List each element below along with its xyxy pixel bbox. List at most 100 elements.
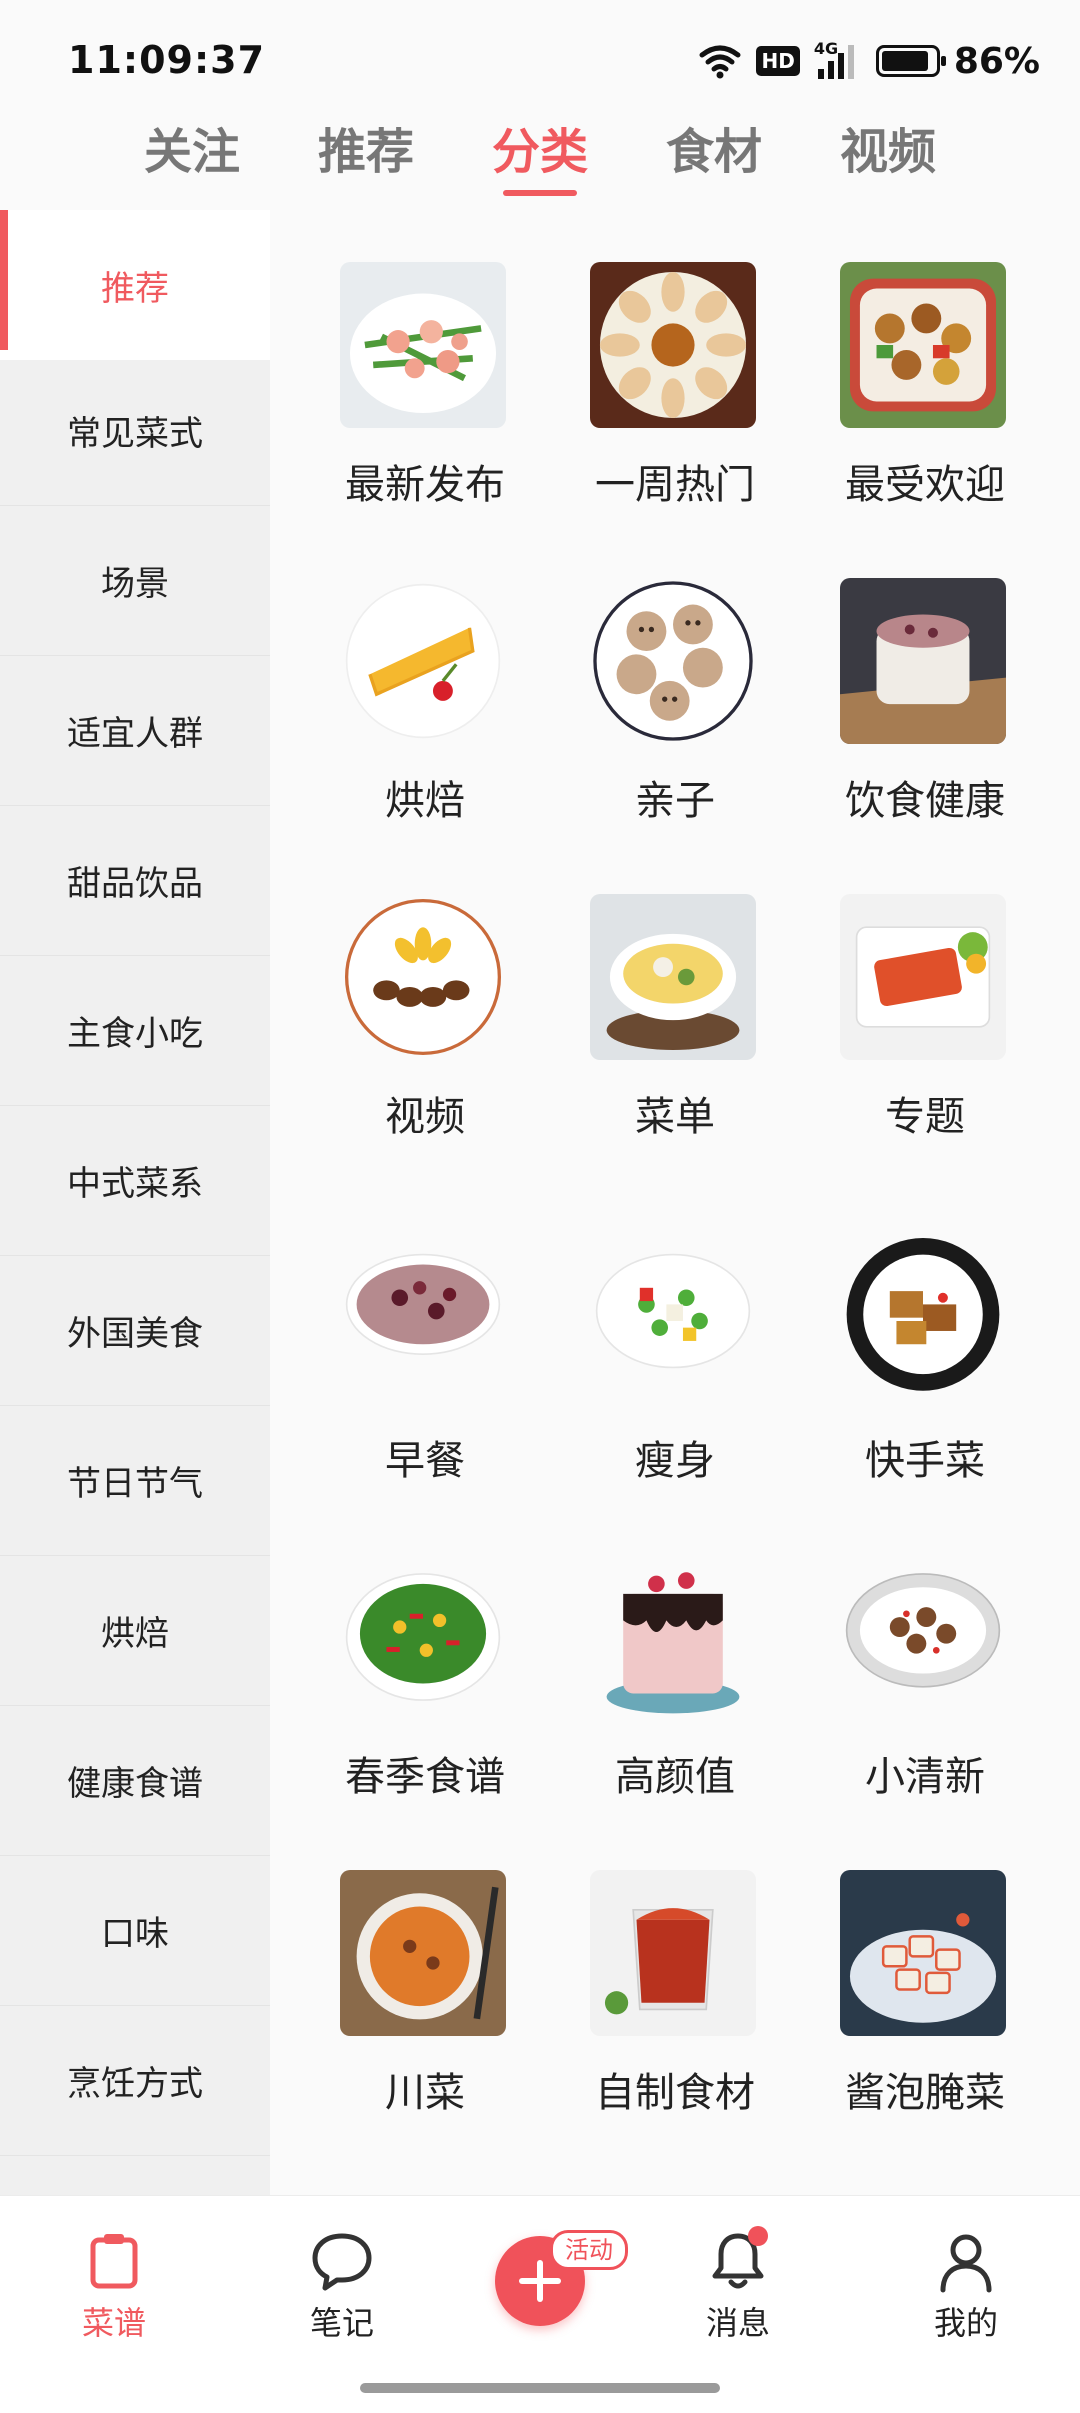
tab-recommend[interactable]: 推荐 [296,112,436,192]
top-tabs: 关注 推荐 分类 食材 视频 [0,112,1080,202]
grid-item-label: 最新发布 [345,462,505,508]
notification-dot [748,2226,768,2246]
grid-item-most-popular[interactable]: 最受欢迎 [800,262,1050,532]
grid-item-label: 饮食健康 [845,778,1005,824]
nav-label: 消息 [705,2304,770,2342]
grid-item-label: 视频 [385,1094,465,1140]
tab-label: 分类 [491,124,588,180]
user-icon [940,2234,992,2293]
grid-item-label: 春季食谱 [345,1754,505,1800]
sidebar-item-label: 健康食谱 [67,1764,203,1804]
sidebar-item-label: 适宜人群 [67,714,203,754]
battery-percent: 86% [953,40,1040,82]
sidebar-item-people[interactable]: 适宜人群 [0,656,270,806]
status-bar: 11:09:37 HD 4G 86% [0,0,1080,120]
grid-item-label: 自制食材 [595,2070,755,2116]
sidebar-item-desserts[interactable]: 甜品饮品 [0,806,270,956]
sidebar-item-flavor[interactable]: 口味 [0,1856,270,2006]
nav-mine[interactable]: 我的 [886,2196,1046,2356]
grid-item-label: 早餐 [385,1438,465,1484]
tab-label: 视频 [839,124,936,180]
status-time: 11:09:37 [68,38,266,82]
tab-category[interactable]: 分类 [470,112,610,196]
grid-item-sichuan[interactable]: 川菜 [300,1870,550,2140]
fried-tofu-photo [840,1238,1006,1404]
sidebar-item-label: 常见菜式 [67,414,203,454]
jam-jar-photo [590,1870,756,2036]
sidebar-item-label: 推荐 [101,268,169,309]
nav-label: 菜谱 [81,2304,146,2342]
bean-porridge-photo [340,1238,506,1404]
sidebar-item-recommend[interactable]: 推荐 [0,210,270,360]
grid-item-label: 高颜值 [615,1754,735,1800]
grid-item-breakfast[interactable]: 早餐 [300,1238,550,1508]
category-sidebar: 推荐 常见菜式 场景 适宜人群 甜品饮品 主食小吃 中式菜系 外国美食 节日节气… [0,210,270,2195]
tab-video[interactable]: 视频 [818,112,958,192]
sidebar-item-label: 甜品饮品 [67,864,203,904]
sidebar-item-common-dishes[interactable]: 常见菜式 [0,356,270,506]
grid-item-label: 川菜 [385,2070,465,2116]
nav-label: 我的 [933,2304,998,2342]
stir-fry-plate-photo [840,1554,1006,1720]
drip-cake-photo [590,1554,756,1720]
grid-item-label: 酱泡腌菜 [845,2070,1005,2116]
battery-icon [875,45,946,77]
sidebar-item-label: 口味 [101,1914,169,1954]
grid-item-video[interactable]: 视频 [300,894,550,1164]
sidebar-item-chinese[interactable]: 中式菜系 [0,1106,270,1256]
clipboard-icon [90,2234,138,2289]
grid-item-pickles[interactable]: 酱泡腌菜 [800,1870,1050,2140]
porridge-cup-photo [840,578,1006,744]
sidebar-item-label: 外国美食 [67,1314,203,1354]
sidebar-item-label: 烘焙 [101,1614,169,1654]
nav-notes[interactable]: 笔记 [262,2196,422,2356]
bear-cookies-photo [590,578,756,744]
sidebar-item-scenes[interactable]: 场景 [0,506,270,656]
grid-item-parent-child[interactable]: 亲子 [550,578,800,848]
tab-follow[interactable]: 关注 [122,112,262,192]
signal-icon: 4G [814,39,862,79]
tab-label: 推荐 [317,124,414,180]
grid-item-newest[interactable]: 最新发布 [300,262,550,532]
status-icons: HD 4G 86% [698,36,1040,86]
grid-item-homemade[interactable]: 自制食材 [550,1870,800,2140]
nav-messages[interactable]: 消息 [658,2196,818,2356]
tab-ingredients[interactable]: 食材 [644,112,784,192]
shrimp-dish-photo [340,262,506,428]
sidebar-item-healthy[interactable]: 健康食谱 [0,1706,270,1856]
bottom-nav: 菜谱 笔记 活动 消息 我的 [0,2195,1080,2413]
vegetable-plate-photo [590,1238,756,1404]
grid-item-label: 一周热门 [595,462,755,508]
grid-item-label: 小清新 [865,1754,985,1800]
grid-item-menu[interactable]: 菜单 [550,894,800,1164]
sidebar-item-label: 主食小吃 [67,1014,203,1054]
grid-item-weekly-hot[interactable]: 一周热门 [550,262,800,532]
grid-item-label: 快手菜 [865,1438,985,1484]
sidebar-item-festivals[interactable]: 节日节气 [0,1406,270,1556]
nav-recipes[interactable]: 菜谱 [34,2196,194,2356]
grid-item-healthy-diet[interactable]: 饮食健康 [800,578,1050,848]
grid-item-good-looking[interactable]: 高颜值 [550,1554,800,1824]
sidebar-item-baking[interactable]: 烘焙 [0,1556,270,1706]
sidebar-item-label: 节日节气 [67,1464,203,1504]
sidebar-item-foreign[interactable]: 外国美食 [0,1256,270,1406]
grid-item-topics[interactable]: 专题 [800,894,1050,1164]
sidebar-item-cooking-method[interactable]: 烹饪方式 [0,2006,270,2156]
sidebar-item-label: 烹饪方式 [67,2064,203,2104]
grilled-plate-photo [340,894,506,1060]
tab-underline [503,190,577,196]
grid-item-label: 专题 [885,1094,965,1140]
grid-item-label: 烘焙 [385,778,465,824]
braised-dish-photo [840,262,1006,428]
home-indicator[interactable] [360,2383,720,2393]
grid-item-quick-dishes[interactable]: 快手菜 [800,1238,1050,1508]
sidebar-item-staples[interactable]: 主食小吃 [0,956,270,1106]
tab-label: 食材 [665,124,762,180]
grid-item-baking[interactable]: 烘焙 [300,578,550,848]
grid-item-fresh[interactable]: 小清新 [800,1554,1050,1824]
activity-badge: 活动 [550,2230,628,2270]
sidebar-item-label: 中式菜系 [67,1164,203,1204]
grid-item-spring[interactable]: 春季食谱 [300,1554,550,1824]
sidebar-item-label: 场景 [101,564,169,604]
grid-item-slimming[interactable]: 瘦身 [550,1238,800,1508]
